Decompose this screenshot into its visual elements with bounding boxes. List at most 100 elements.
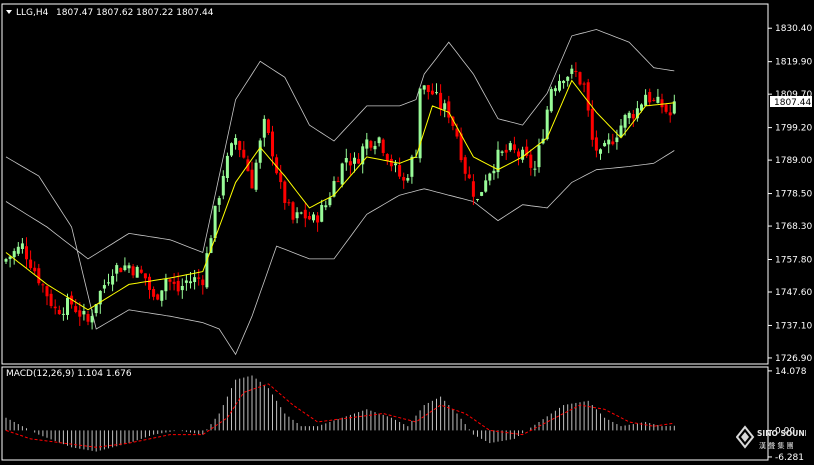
- candle-body: [283, 181, 287, 203]
- candle-body: [422, 85, 426, 90]
- candle-body: [467, 174, 471, 179]
- chart-background: [0, 0, 814, 461]
- candle-body: [287, 202, 291, 204]
- candle-body: [254, 162, 258, 190]
- candle-body: [574, 70, 578, 72]
- candle-body: [102, 285, 106, 289]
- candle-body: [16, 246, 20, 254]
- candle-body: [537, 145, 541, 168]
- chart-window[interactable]: 1830.40 1819.90 1809.70 1799.20 1789.00 1778.…: [0, 0, 814, 463]
- candle-body: [180, 285, 184, 291]
- symbol-timeframe: LLG,H4: [16, 8, 49, 18]
- candle-body: [41, 284, 45, 286]
- candle-body: [78, 310, 82, 317]
- price-tick-label: 1778.50: [775, 190, 812, 200]
- candle-body: [644, 94, 648, 106]
- candle-body: [344, 157, 348, 163]
- candle-body: [566, 76, 570, 81]
- price-tick-label: 1789.00: [775, 156, 812, 166]
- candle-body: [86, 314, 90, 322]
- candle-body: [623, 114, 627, 128]
- logo-text: SINO SOUND: [757, 429, 806, 438]
- candle-body: [242, 149, 246, 158]
- candle-body: [521, 149, 525, 160]
- candle-body: [143, 273, 147, 279]
- candle-body: [398, 165, 402, 177]
- candle-body: [29, 259, 33, 269]
- candle-body: [389, 158, 393, 167]
- candle-body: [197, 277, 201, 279]
- candle-body: [631, 114, 635, 119]
- chart-canvas[interactable]: 1830.401819.901809.701799.201789.001778.…: [0, 0, 814, 463]
- candle-body: [611, 141, 615, 145]
- candle-body: [558, 80, 561, 91]
- candle-body: [406, 178, 410, 181]
- sino-sound-logo: SINO SOUND 漢 聲 集 團: [735, 421, 811, 455]
- price-tick-label: 1819.90: [775, 58, 812, 68]
- candle-body: [426, 85, 430, 92]
- candle-body: [193, 277, 197, 283]
- price-tick-label: 1830.40: [775, 24, 812, 34]
- candle-body: [164, 278, 168, 292]
- price-tick-label: 1726.90: [775, 354, 812, 364]
- candle-body: [234, 138, 238, 145]
- candle-body: [369, 141, 373, 148]
- candle-body: [225, 155, 229, 178]
- candle-body: [148, 276, 151, 290]
- candle-body: [262, 118, 266, 138]
- candle-body: [410, 156, 414, 177]
- candle-body: [307, 216, 311, 220]
- candle-body: [430, 90, 434, 95]
- candle-body: [176, 280, 180, 292]
- candle-body: [668, 112, 672, 116]
- ohlc-readout: 1807.47 1807.62 1807.22 1807.44: [56, 8, 214, 18]
- candle-body: [373, 145, 377, 150]
- candle-body: [578, 72, 582, 85]
- candle-body: [139, 269, 143, 273]
- candle-body: [652, 99, 656, 101]
- candle-body: [45, 286, 49, 297]
- candle-body: [394, 163, 397, 166]
- price-tick-label: 1737.10: [775, 321, 812, 331]
- candle-body: [517, 151, 520, 157]
- candle-body: [20, 243, 24, 249]
- candle-body: [594, 137, 598, 151]
- candle-body: [484, 180, 488, 192]
- candle-body: [348, 161, 352, 166]
- candle-body: [476, 199, 479, 201]
- candle-body: [295, 212, 299, 219]
- candle-body: [324, 205, 328, 208]
- candle-body: [250, 169, 254, 189]
- candle-body: [299, 212, 303, 214]
- price-tick-label: 1768.30: [775, 222, 812, 232]
- candle-body: [504, 149, 508, 153]
- candle-body: [402, 177, 406, 181]
- candle-body: [316, 215, 320, 223]
- candle-body: [213, 205, 217, 239]
- candle-body: [664, 104, 668, 112]
- candle-body: [57, 309, 61, 315]
- macd-tick-label: 14.078: [775, 367, 807, 377]
- candle-body: [291, 202, 295, 220]
- candle-body: [33, 267, 37, 272]
- candle-body: [279, 172, 283, 183]
- candle-body: [385, 154, 389, 161]
- price-tick-label: 1747.60: [775, 288, 812, 298]
- candle-body: [590, 108, 594, 140]
- candle-body: [303, 209, 307, 219]
- candle-body: [648, 91, 652, 103]
- macd-label: MACD(12,26,9) 1.104 1.676: [6, 369, 132, 379]
- candle-body: [492, 170, 496, 174]
- candle-body: [562, 80, 566, 84]
- candle-body: [377, 137, 381, 144]
- candle-body: [127, 265, 131, 269]
- candle-body: [82, 311, 86, 315]
- candle-body: [25, 246, 28, 260]
- candle-body: [258, 140, 262, 163]
- candle-body: [508, 143, 512, 151]
- candle-body: [500, 151, 504, 153]
- price-tick-label: 1799.20: [775, 124, 812, 134]
- candle-body: [189, 281, 192, 284]
- candle-body: [365, 139, 369, 149]
- candle-body: [353, 157, 356, 164]
